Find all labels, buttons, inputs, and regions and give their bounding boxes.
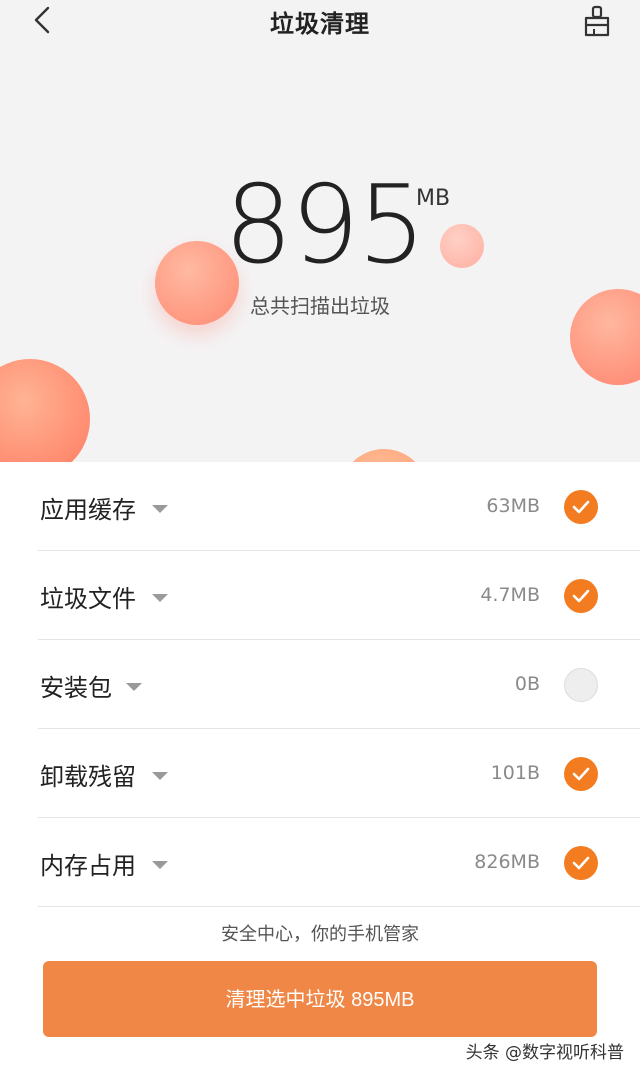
top-bar: 垃圾清理 (0, 0, 640, 44)
checkbox-checked[interactable] (564, 846, 598, 880)
clean-selected-button[interactable]: 清理选中垃圾 895MB (43, 961, 597, 1037)
caret-down-icon[interactable] (152, 772, 168, 780)
category-size: 4.7MB (480, 584, 540, 606)
divider (38, 906, 640, 907)
checkmark-icon (572, 856, 590, 870)
checkbox-checked[interactable] (564, 490, 598, 524)
footer: 安全中心，你的手机管家 清理选中垃圾 895MB 头条 @数字视听科普 (0, 910, 640, 1072)
checkmark-icon (572, 500, 590, 514)
checkbox-checked[interactable] (564, 579, 598, 613)
checkbox-unchecked[interactable] (564, 668, 598, 702)
caret-down-icon[interactable] (152, 861, 168, 869)
decorative-bubble (340, 449, 428, 462)
security-center-note: 安全中心，你的手机管家 (221, 924, 419, 945)
category-label: 卸载残留 (40, 763, 136, 791)
category-label: 安装包 (40, 674, 112, 702)
list-item-junk-files[interactable]: 垃圾文件 4.7MB (0, 551, 640, 640)
watermark: 头条 @数字视听科普 (465, 1043, 624, 1063)
category-label: 应用缓存 (40, 496, 136, 524)
broom-icon[interactable] (580, 4, 614, 38)
scan-caption: 总共扫描出垃圾 (250, 294, 390, 318)
junk-category-list: 应用缓存 63MB 垃圾文件 4.7MB 安装包 0B 卸载残留 101B 内存… (0, 462, 640, 910)
caret-down-icon[interactable] (126, 683, 142, 691)
caret-down-icon[interactable] (152, 594, 168, 602)
list-item-app-cache[interactable]: 应用缓存 63MB (0, 462, 640, 551)
checkbox-checked[interactable] (564, 757, 598, 791)
category-size: 63MB (486, 495, 540, 517)
page-title: 垃圾清理 (270, 10, 370, 38)
category-label: 垃圾文件 (40, 585, 136, 613)
category-size: 0B (514, 673, 540, 695)
list-item-memory-usage[interactable]: 内存占用 826MB (0, 818, 640, 907)
category-size: 826MB (474, 851, 540, 873)
junk-size-value: 895 (224, 163, 426, 288)
decorative-bubble (0, 359, 90, 462)
checkmark-icon (572, 589, 590, 603)
caret-down-icon[interactable] (152, 505, 168, 513)
decorative-bubble (440, 224, 484, 268)
list-item-install-packages[interactable]: 安装包 0B (0, 640, 640, 729)
checkmark-icon (572, 767, 590, 781)
category-size: 101B (490, 762, 540, 784)
junk-size-unit: MB (416, 186, 451, 211)
category-label: 内存占用 (40, 852, 136, 880)
list-item-uninstall-residue[interactable]: 卸载残留 101B (0, 729, 640, 818)
scan-result-panel: 895 MB 总共扫描出垃圾 (0, 44, 640, 462)
